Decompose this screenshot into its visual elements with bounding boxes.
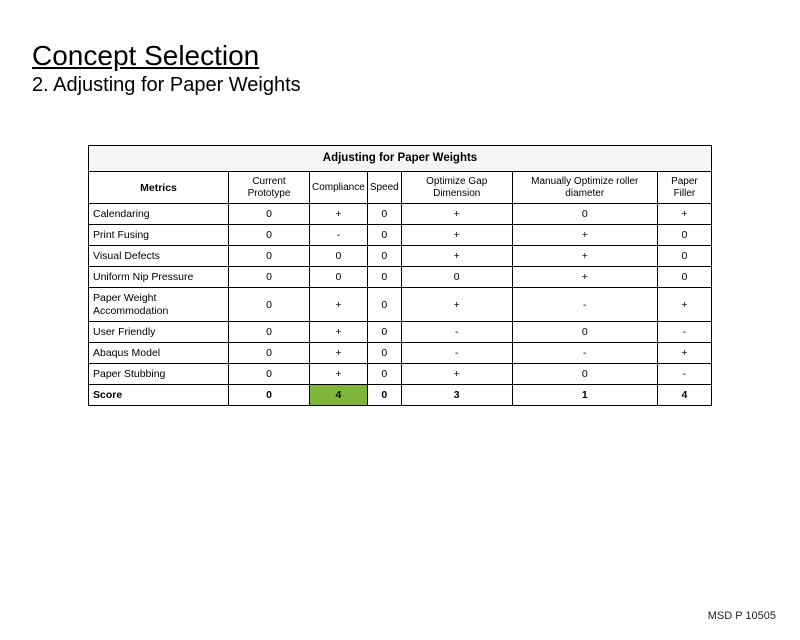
metric-name: Visual Defects <box>89 246 229 267</box>
col-head-5: Paper Filler <box>657 172 711 204</box>
score-cell: 0 <box>367 384 401 405</box>
col-head-4: Manually Optimize roller diameter <box>512 172 657 204</box>
metric-name: Abaqus Model <box>89 342 229 363</box>
cell: + <box>401 225 512 246</box>
cell: 0 <box>229 267 310 288</box>
cell: - <box>512 342 657 363</box>
cell: 0 <box>367 342 401 363</box>
cell: + <box>310 342 368 363</box>
cell: + <box>310 321 368 342</box>
cell: 0 <box>657 267 711 288</box>
cell: - <box>512 288 657 321</box>
score-label: Score <box>89 384 229 405</box>
metric-name: Calendaring <box>89 204 229 225</box>
table-row: Abaqus Model0+0--+ <box>89 342 712 363</box>
score-cell: 0 <box>229 384 310 405</box>
cell: 0 <box>512 321 657 342</box>
cell: + <box>512 225 657 246</box>
col-head-1: Compliance <box>310 172 368 204</box>
cell: 0 <box>229 204 310 225</box>
footer-text: MSD P 10505 <box>708 610 776 622</box>
table-title: Adjusting for Paper Weights <box>89 146 712 172</box>
cell: 0 <box>367 267 401 288</box>
table-row: Paper Weight Accommodation0+0+-+ <box>89 288 712 321</box>
cell: + <box>512 246 657 267</box>
cell: 0 <box>367 204 401 225</box>
cell: 0 <box>367 321 401 342</box>
column-header-row: Metrics Current Prototype Compliance Spe… <box>89 172 712 204</box>
score-cell: 4 <box>310 384 368 405</box>
score-cell: 4 <box>657 384 711 405</box>
cell: 0 <box>310 267 368 288</box>
cell: + <box>310 363 368 384</box>
table-row: Visual Defects000++0 <box>89 246 712 267</box>
cell: 0 <box>512 363 657 384</box>
cell: - <box>401 321 512 342</box>
cell: 0 <box>229 288 310 321</box>
cell: - <box>657 321 711 342</box>
metric-name: Uniform Nip Pressure <box>89 267 229 288</box>
cell: + <box>657 342 711 363</box>
col-head-2: Speed <box>367 172 401 204</box>
cell: 0 <box>401 267 512 288</box>
page-subtitle: 2. Adjusting for Paper Weights <box>32 74 800 97</box>
cell: + <box>401 204 512 225</box>
cell: + <box>401 288 512 321</box>
concept-table-wrap: Adjusting for Paper Weights Metrics Curr… <box>88 145 712 406</box>
cell: 0 <box>367 288 401 321</box>
cell: - <box>310 225 368 246</box>
metric-name: User Friendly <box>89 321 229 342</box>
table-row: Paper Stubbing0+0+0- <box>89 363 712 384</box>
table-row: User Friendly0+0-0- <box>89 321 712 342</box>
cell: 0 <box>367 225 401 246</box>
cell: 0 <box>310 246 368 267</box>
metrics-header: Metrics <box>89 172 229 204</box>
col-head-3: Optimize Gap Dimension <box>401 172 512 204</box>
cell: 0 <box>229 225 310 246</box>
page-title: Concept Selection <box>32 40 800 72</box>
cell: 0 <box>657 225 711 246</box>
metric-name: Paper Stubbing <box>89 363 229 384</box>
cell: + <box>401 363 512 384</box>
col-head-0: Current Prototype <box>229 172 310 204</box>
concept-table: Adjusting for Paper Weights Metrics Curr… <box>88 145 712 406</box>
cell: + <box>657 204 711 225</box>
metric-name: Print Fusing <box>89 225 229 246</box>
cell: 0 <box>367 246 401 267</box>
cell: - <box>401 342 512 363</box>
table-row: Uniform Nip Pressure0000+0 <box>89 267 712 288</box>
cell: + <box>310 288 368 321</box>
table-row: Calendaring0+0+0+ <box>89 204 712 225</box>
cell: 0 <box>367 363 401 384</box>
cell: 0 <box>229 363 310 384</box>
cell: + <box>657 288 711 321</box>
table-body: Calendaring0+0+0+Print Fusing0-0++0Visua… <box>89 204 712 406</box>
score-cell: 1 <box>512 384 657 405</box>
cell: + <box>512 267 657 288</box>
cell: 0 <box>229 342 310 363</box>
table-row: Print Fusing0-0++0 <box>89 225 712 246</box>
score-cell: 3 <box>401 384 512 405</box>
score-row: Score040314 <box>89 384 712 405</box>
cell: + <box>401 246 512 267</box>
cell: - <box>657 363 711 384</box>
cell: 0 <box>229 246 310 267</box>
cell: 0 <box>657 246 711 267</box>
metric-name: Paper Weight Accommodation <box>89 288 229 321</box>
cell: + <box>310 204 368 225</box>
cell: 0 <box>512 204 657 225</box>
cell: 0 <box>229 321 310 342</box>
